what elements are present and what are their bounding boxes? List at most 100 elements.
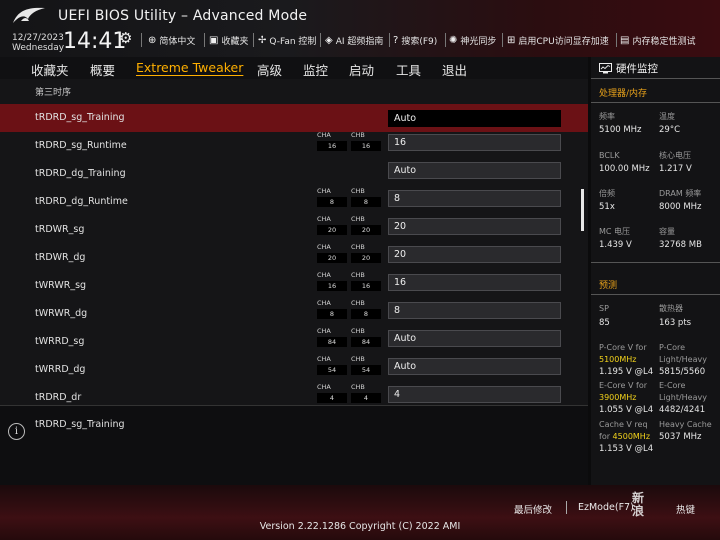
divider [616,33,617,47]
watermark-logo: 新 浪 [632,491,645,518]
search-button[interactable]: ? 搜索(F9) [393,33,437,47]
setting-row-trdwr-dg[interactable]: tRDWR_dg CHA 20 CHB 20 20 [0,243,588,272]
ezmode-button[interactable]: EzMode(F7) [578,502,634,513]
divider [566,501,567,514]
capacity-value: 32768 MB [659,240,702,250]
weekday-text: Wednesday [12,43,65,53]
resizable-bar-icon: ⊞ [507,34,516,46]
ai-oc-button[interactable]: ◈ AI 超频指南 [325,33,383,47]
cha-label: CHA [317,299,331,307]
ecore-v-value: 1.055 V @L4 [599,405,654,415]
chb-readout: CHB 4 [351,384,381,403]
setting-value-field[interactable]: Auto [388,330,561,347]
setting-row-trdrd-sg-runtime[interactable]: tRDRD_sg_Runtime CHA 16 CHB 16 16 [0,131,588,160]
divider [591,78,720,79]
setting-value-field[interactable]: Auto [388,358,561,375]
setting-row-trdrd-sg-training[interactable]: tRDRD_sg_Training Auto [0,104,588,132]
divider [389,33,390,47]
resizable-bar-button[interactable]: ⊞ 启用CPU访问显存加速 [507,33,609,47]
setting-row-twrwr-sg[interactable]: tWRWR_sg CHA 16 CHB 16 16 [0,271,588,300]
tab-extreme-tweaker[interactable]: Extreme Tweaker [136,60,243,75]
gear-icon[interactable]: ⚙ [119,29,132,47]
cha-value: 8 [317,197,347,207]
chb-value: 8 [351,309,381,319]
setting-label: tWRWR_sg [35,280,87,291]
setting-value-field[interactable]: 20 [388,218,561,235]
cha-value: 8 [317,309,347,319]
settings-panel: 第三时序 tRDRD_sg_Training Auto tRDRD_sg_Run… [0,79,588,405]
ecore-lh-label: E-Core Light/Heavy [659,381,707,402]
chb-value: 8 [351,197,381,207]
temp-label: 温度 [659,112,675,121]
divider [591,294,720,295]
heavy-cache-value: 5037 MHz [659,432,702,442]
setting-label: tRDRD_sg_Training [35,112,125,123]
language-label: 简体中文 [159,36,196,47]
pcore-lh-value: 5815/5560 [659,367,706,377]
setting-value-field[interactable]: Auto [388,162,561,179]
chb-readout: CHB 8 [351,299,381,319]
cha-label: CHA [317,384,331,391]
setting-row-trdwr-sg[interactable]: tRDWR_sg CHA 20 CHB 20 20 [0,215,588,244]
setting-value-field[interactable]: 8 [388,302,561,319]
chb-value: 54 [351,365,381,375]
memory-test-button[interactable]: ▤ 内存稳定性测试 [620,33,695,47]
tab-advanced[interactable]: 高级 [257,60,282,79]
tab-favorites[interactable]: 收藏夹 [31,60,69,79]
cha-readout: CHA 16 [317,271,347,291]
chb-label: CHB [351,355,365,363]
setting-value-field[interactable]: 16 [388,274,561,291]
tab-boot[interactable]: 启动 [349,60,374,79]
main-menu: 收藏夹 概要 Extreme Tweaker 高级 监控 启动 工具 退出 [0,57,588,79]
info-icon: i [8,423,25,440]
chb-label: CHB [351,271,365,279]
divider [141,33,142,47]
cha-value: 4 [317,393,347,403]
favorites-label: 收藏夹 [221,36,249,47]
setting-value-field[interactable]: 20 [388,246,561,263]
setting-value-field[interactable]: 8 [388,190,561,207]
ecore-v-freq: 3900MHz [599,393,637,402]
divider [445,33,446,47]
setting-value-field[interactable]: 16 [388,134,561,151]
bclk-value: 100.00 MHz [599,164,650,174]
setting-row-trdrd-dg-runtime[interactable]: tRDRD_dg_Runtime CHA 8 CHB 8 8 [0,187,588,216]
chb-value: 20 [351,225,381,235]
chb-value: 4 [351,393,381,403]
tab-main[interactable]: 概要 [90,60,115,79]
memory-test-icon: ▤ [620,34,630,46]
scrollbar-thumb[interactable] [581,189,584,231]
qfan-button[interactable]: ✢ Q-Fan 控制 [258,33,316,47]
setting-value-field[interactable]: Auto [388,110,561,127]
chb-label: CHB [351,215,365,223]
rog-logo-icon [13,7,45,23]
tab-exit[interactable]: 退出 [442,60,467,79]
help-text: tRDRD_sg_Training [35,419,125,430]
cha-label: CHA [317,215,331,223]
aura-button[interactable]: ✺ 神光同步 [449,33,496,47]
hotkeys-button[interactable]: 热键 [676,502,695,516]
setting-row-twrrd-dg[interactable]: tWRRD_dg CHA 54 CHB 54 Auto [0,355,588,384]
cha-value: 20 [317,253,347,263]
setting-value-field[interactable]: 4 [388,386,561,403]
cha-label: CHA [317,243,331,251]
setting-row-trdrd-dr[interactable]: tRDRD_dr CHA 4 CHB 4 4 [0,384,588,405]
sp-value: 85 [599,318,610,328]
cha-readout: CHA 84 [317,327,347,347]
pcore-v-value: 1.195 V @L4 [599,367,654,377]
setting-row-twrwr-dg[interactable]: tWRWR_dg CHA 8 CHB 8 8 [0,299,588,328]
setting-row-twrrd-sg[interactable]: tWRRD_sg CHA 84 CHB 84 Auto [0,327,588,356]
tab-tool[interactable]: 工具 [396,60,421,79]
prediction-section-title: 预测 [599,281,618,291]
tab-monitor[interactable]: 监控 [303,60,328,79]
footer: 最后修改 EzMode(F7) 热键 新 浪 Version 2.22.1286… [0,485,720,540]
setting-row-trdrd-dg-training[interactable]: tRDRD_dg_Training Auto [0,160,588,188]
favorites-button[interactable]: ▣ 收藏夹 [209,33,248,47]
last-modified-button[interactable]: 最后修改 [514,502,552,516]
setting-label: tWRRD_sg [35,336,85,347]
ecore-v-label: E-Core V for 3900MHz [599,380,647,404]
language-button[interactable]: ⊕ 简体中文 [148,33,195,47]
chb-value: 20 [351,253,381,263]
cha-label: CHA [317,271,331,279]
chb-readout: CHB 20 [351,215,381,235]
